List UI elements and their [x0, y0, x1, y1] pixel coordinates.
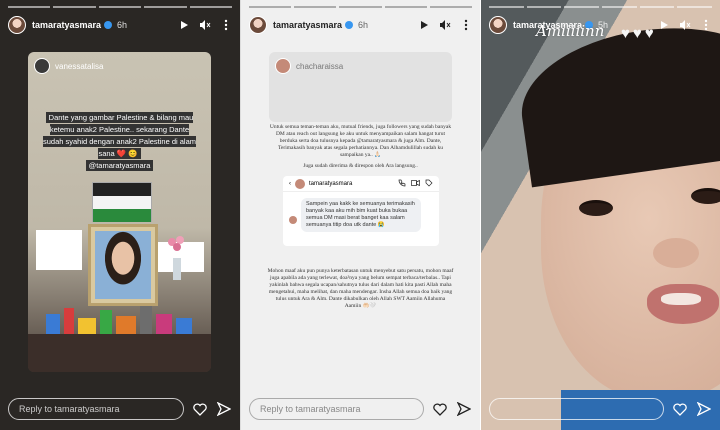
repost-username: vanessatalisa: [55, 61, 104, 71]
story-time: 6h: [117, 20, 128, 30]
lego-toys: [42, 300, 197, 334]
username[interactable]: tamaratyasmara: [273, 20, 342, 30]
repost-header: chacharaissa: [275, 58, 343, 74]
white-heart-icon: ♥: [632, 25, 642, 42]
story-header: tamaratyasmara 6h: [249, 14, 472, 36]
play-icon[interactable]: [418, 19, 430, 31]
eye-shape: [579, 200, 613, 216]
progress-bar: [602, 6, 637, 8]
message-paragraph: Untuk semua teman-teman aku, mutual frie…: [269, 124, 452, 158]
dm-bubble-avatar: [289, 216, 297, 224]
mouth-shape: [647, 284, 719, 324]
story-panel-2: tamaratyasmara 6h chacharaissa Untuk sem…: [240, 0, 480, 430]
send-icon[interactable]: [696, 401, 712, 417]
verified-badge-icon: [104, 21, 113, 29]
mention-tag[interactable]: @tamaratyasmara: [85, 160, 154, 171]
tag-icon: [425, 179, 433, 189]
progress-bar: [384, 6, 427, 8]
story-panel-1: tamaratyasmara 6h vanessatalisa Dante ya…: [0, 0, 240, 430]
eye-shape: [691, 188, 720, 204]
progress-bars: [489, 6, 713, 8]
repost-avatar: [34, 58, 50, 74]
repost-username: chacharaissa: [296, 61, 344, 71]
portrait-frame: [88, 224, 158, 306]
heart-icon[interactable]: [432, 401, 448, 417]
white-heart-icon: ♥: [621, 25, 630, 42]
portrait-photo: [95, 231, 151, 299]
memorial-table: [28, 334, 211, 372]
avatar[interactable]: [249, 16, 267, 34]
overlay-text: Amiiiiinn: [536, 22, 605, 40]
progress-bar: [8, 6, 51, 8]
progress-bar: [489, 6, 524, 8]
palestine-drawing: [92, 182, 152, 222]
progress-bar: [144, 6, 187, 8]
phone-icon: [398, 179, 406, 189]
progress-bars: [249, 6, 473, 8]
reply-input[interactable]: Reply to tamaratyasmara: [8, 398, 184, 420]
caption-text: Dante yang gambar Palestine & bilang mau…: [42, 112, 197, 159]
dm-screenshot: ‹ tamaratyasmara Sampein yaa kakk ke sem…: [283, 176, 439, 246]
progress-bar: [53, 6, 96, 8]
dm-message-bubble: Sampein yaa kakk ke semuanya terimakasih…: [301, 198, 421, 232]
story-footer: Reply to tamaratyasmara: [249, 398, 472, 420]
more-options-icon[interactable]: [700, 19, 712, 31]
story-footer: [489, 398, 712, 420]
story-panel-3: tamaratyasmara 5h Amiiiiinn ♥ ♥ ♥: [481, 0, 720, 430]
mute-icon[interactable]: [679, 19, 691, 31]
send-icon[interactable]: [216, 401, 232, 417]
repost-caption: Dante yang gambar Palestine & bilang mau…: [40, 112, 199, 172]
progress-bar: [677, 6, 713, 8]
more-options-icon[interactable]: [220, 19, 232, 31]
stories-collage: tamaratyasmara 6h vanessatalisa Dante ya…: [0, 0, 720, 430]
progress-bar: [189, 6, 233, 8]
repost-header: vanessatalisa: [34, 58, 103, 74]
username[interactable]: tamaratyasmara: [32, 20, 101, 30]
heart-icon[interactable]: [192, 401, 208, 417]
reposted-story[interactable]: vanessatalisa Dante yang gambar Palestin…: [28, 52, 211, 372]
letter-paper: [36, 230, 82, 270]
verified-badge-icon: [345, 21, 354, 29]
progress-bar: [429, 6, 473, 8]
dm-avatar: [295, 178, 305, 189]
send-icon[interactable]: [456, 401, 472, 417]
video-icon: [411, 179, 420, 189]
progress-bar: [639, 6, 675, 8]
progress-bar: [294, 6, 337, 8]
progress-bar: [564, 6, 600, 8]
story-footer: Reply to tamaratyasmara: [8, 398, 232, 420]
mute-icon[interactable]: [199, 19, 211, 31]
progress-bar: [526, 6, 562, 8]
progress-bars: [8, 6, 233, 8]
heart-icon[interactable]: [672, 401, 688, 417]
story-header: tamaratyasmara 6h: [8, 14, 232, 36]
hearts-sticker: ♥ ♥ ♥: [621, 25, 654, 42]
story-message-bottom: Mohon maaf aku pun punya keterbatasan un…: [267, 268, 454, 309]
progress-bar: [339, 6, 382, 8]
dm-header: ‹ tamaratyasmara: [283, 176, 439, 192]
repost-avatar: [275, 58, 291, 74]
more-options-icon[interactable]: [460, 19, 472, 31]
avatar[interactable]: [489, 16, 507, 34]
play-icon[interactable]: [658, 19, 670, 31]
back-chevron-icon: ‹: [289, 180, 291, 187]
reply-input[interactable]: [489, 398, 664, 420]
mute-icon[interactable]: [439, 19, 451, 31]
nose-shape: [653, 238, 699, 268]
reposted-story[interactable]: chacharaissa: [269, 52, 452, 122]
message-paragraph: Juga sudah direrima & direspon oleh Ara …: [303, 163, 418, 169]
progress-bar: [98, 6, 142, 8]
dm-username: tamaratyasmara: [309, 180, 353, 187]
flower-vase: [166, 234, 188, 280]
story-message-top: Untuk semua teman-teman aku, mutual frie…: [267, 124, 454, 170]
avatar[interactable]: [8, 16, 26, 34]
progress-bar: [249, 6, 292, 8]
reply-input[interactable]: Reply to tamaratyasmara: [249, 398, 424, 420]
story-time: 6h: [358, 20, 369, 30]
white-heart-icon: ♥: [644, 25, 654, 42]
play-icon[interactable]: [178, 19, 190, 31]
